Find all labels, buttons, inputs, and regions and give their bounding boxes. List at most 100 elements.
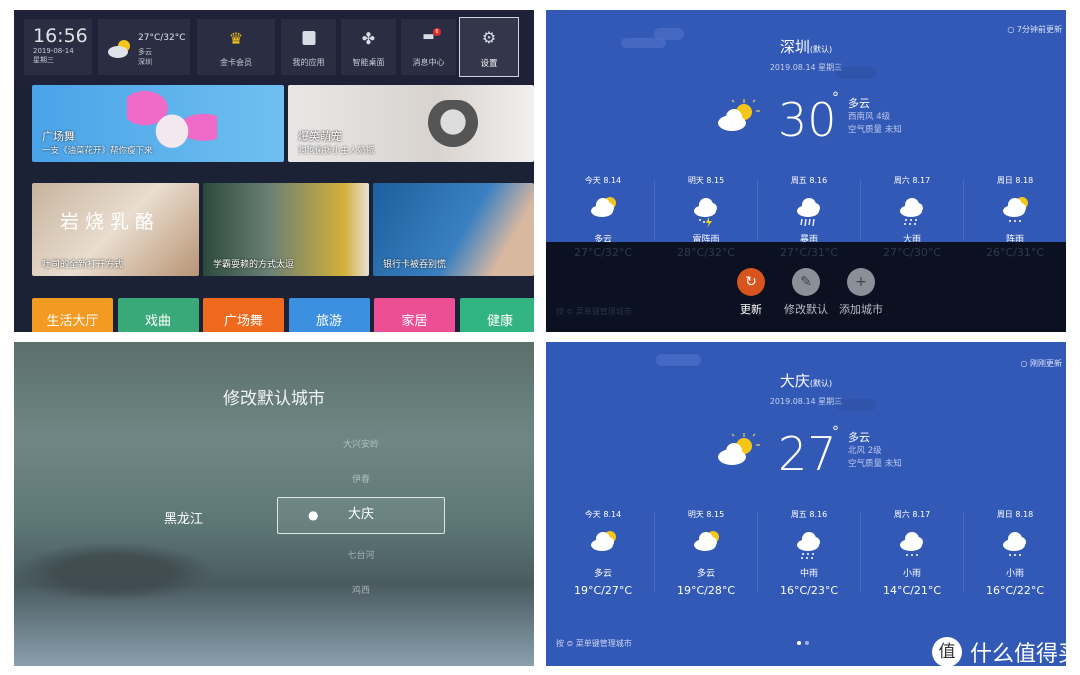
forecast-temp: 28°C/32°C <box>676 246 736 259</box>
update-status: ○ 刚刚更新 <box>1020 359 1062 368</box>
banner-art-text: 岩烧乳酪 <box>60 211 161 233</box>
city-label: 大庆 <box>779 372 810 390</box>
husky-image <box>428 100 478 155</box>
clock-time: 16:56 <box>33 25 88 47</box>
category-tile[interactable]: 家居 <box>374 298 455 332</box>
thunderstorm-icon <box>694 198 717 228</box>
heavy-rain-icon <box>797 198 820 227</box>
banner-title: 广场舞 <box>42 130 75 143</box>
tile-label: 我的应用 <box>292 58 325 67</box>
add-city-label[interactable]: 添加城市 <box>821 301 901 317</box>
page-dot[interactable] <box>805 641 809 645</box>
province-label[interactable]: 黑龙江 <box>164 508 203 527</box>
banner-subtitle: 狗狗偷拨小主人奶瓶 <box>298 146 375 156</box>
banner-title: 吐司的全新打开方式 <box>42 260 124 270</box>
clock-weekday: 星期三 <box>33 56 54 64</box>
tile-gold-membership[interactable]: ♛ 金卡会员 <box>197 19 275 75</box>
air-quality: 空气质量 未知 <box>848 459 902 469</box>
category-tile[interactable]: 健康 <box>459 298 534 332</box>
forecast-divider <box>654 180 655 240</box>
tile-my-apps[interactable]: 我的应用 <box>281 19 336 75</box>
default-tag: (默认) <box>809 45 833 54</box>
forecast-divider <box>860 512 861 592</box>
forecast-temp: 19°C/27°C <box>573 584 633 597</box>
current-temperature: 27 <box>778 427 837 481</box>
category-tile[interactable]: 生活大厅 <box>32 298 113 332</box>
clock-widget: 16:56 2019-08-14 星期三 <box>24 19 92 75</box>
partly-cloudy-icon <box>718 99 760 131</box>
blurred-background <box>14 542 214 602</box>
wind-info: 北风 2级 空气质量 未知 <box>848 445 902 471</box>
crown-icon: ♛ <box>228 29 244 48</box>
forecast-divider <box>654 512 655 592</box>
tile-settings[interactable]: ⚙ 设置 <box>459 17 519 77</box>
plus-icon: + <box>855 274 867 290</box>
forecast-day: 周日 8.18 阵雨 <box>963 175 1066 245</box>
rain-icon <box>797 532 820 559</box>
banner-students[interactable]: 学霸耍赖的方式太逗 <box>203 183 369 276</box>
banner-toast[interactable]: 岩烧乳酪 吐司的全新打开方式 <box>32 183 199 276</box>
weather-widget[interactable]: 27°C/32°C 多云 深圳 <box>98 19 190 75</box>
shopping-bag-icon <box>302 31 315 45</box>
forecast-date: 明天 8.15 <box>687 176 725 185</box>
page-dot-active[interactable] <box>797 641 801 645</box>
pencil-icon: ✎ <box>800 274 812 290</box>
update-status: ○ 7分钟前更新 <box>1007 25 1062 34</box>
wind: 西南风 4级 <box>848 112 891 122</box>
forecast-day: 周五 8.16 暴雨 <box>757 175 861 245</box>
partly-cloudy-icon <box>718 433 760 465</box>
watermark-text: 什么值得买 <box>969 642 1080 667</box>
forecast-temp: 14°C/21°C <box>882 584 942 597</box>
refresh-button[interactable]: ↻ <box>737 268 765 296</box>
wind-info: 西南风 4级 空气质量 未知 <box>848 111 902 137</box>
weather-city: 深圳 <box>138 58 152 66</box>
city-label: 深圳 <box>779 38 810 56</box>
refresh-icon: ↻ <box>745 274 757 290</box>
forecast-divider <box>963 512 964 592</box>
category-tile[interactable]: 旅游 <box>288 298 370 332</box>
shower-icon <box>1003 197 1028 222</box>
tile-label: 消息中心 <box>412 58 445 67</box>
city-option[interactable]: 大兴安岭 <box>277 437 445 450</box>
tile-smart-desktop[interactable]: ✤ 智能桌面 <box>341 19 396 75</box>
current-temperature: 30 <box>778 93 837 147</box>
forecast-divider <box>757 180 758 240</box>
city-option[interactable]: 伊春 <box>277 472 445 485</box>
banner-pets[interactable]: 爆笑萌宠 狗狗偷拨小主人奶瓶 <box>288 85 534 162</box>
forecast-day: 今天 8.14 多云 19°C/27°C <box>551 509 655 597</box>
banner-bank-card[interactable]: 银行卡被吞别慌 <box>373 183 534 276</box>
forecast-condition: 中雨 <box>799 569 818 579</box>
category-tile[interactable]: 广场舞 <box>203 298 284 332</box>
banner-title: 学霸耍赖的方式太逗 <box>213 260 295 270</box>
current-condition: 多云 <box>848 97 870 110</box>
forecast-date: 周五 8.16 <box>790 176 828 185</box>
degree-symbol: ° <box>832 424 839 440</box>
selected-city-option[interactable]: ● 大庆 <box>277 497 445 534</box>
degree-symbol: ° <box>832 90 839 106</box>
edit-default-button[interactable]: ✎ <box>792 268 820 296</box>
add-city-button[interactable]: + <box>847 268 875 296</box>
weather-condition: 多云 <box>138 48 152 56</box>
banner-square-dance[interactable]: 广场舞 一支《油菜花开》帮你瘦下来 <box>32 85 284 162</box>
tile-message-center[interactable]: ▬ 6 消息中心 <box>401 19 456 75</box>
forecast-temp: 27°C/30°C <box>882 246 942 259</box>
forecast-date: 周六 8.17 <box>893 176 931 185</box>
forecast-condition: 小雨 <box>902 569 921 579</box>
forecast-day: 明天 8.15 多云 19°C/28°C <box>654 509 758 597</box>
forecast-date: 今天 8.14 <box>584 176 622 185</box>
forecast-day: 周六 8.17 大雨 <box>860 175 964 245</box>
city-option[interactable]: 鸡西 <box>277 583 445 596</box>
forecast-divider <box>757 512 758 592</box>
city-picker-screen: 修改默认城市 大兴安岭 伊春 黑龙江 ● 大庆 七台河 鸡西 <box>14 342 534 666</box>
forecast-divider <box>963 180 964 240</box>
forecast-divider <box>860 180 861 240</box>
category-tile[interactable]: 戏曲 <box>117 298 199 332</box>
city-name: 深圳(默认) <box>546 36 1066 57</box>
partly-cloudy-icon <box>108 40 130 58</box>
city-option[interactable]: 七台河 <box>277 548 445 561</box>
forecast-temp: 27°C/32°C <box>573 246 633 259</box>
selected-city: 大庆 <box>347 507 374 522</box>
forecast-date: 明天 8.15 <box>687 510 725 519</box>
cloud-decoration <box>656 354 701 366</box>
forecast-date: 周五 8.16 <box>790 510 828 519</box>
